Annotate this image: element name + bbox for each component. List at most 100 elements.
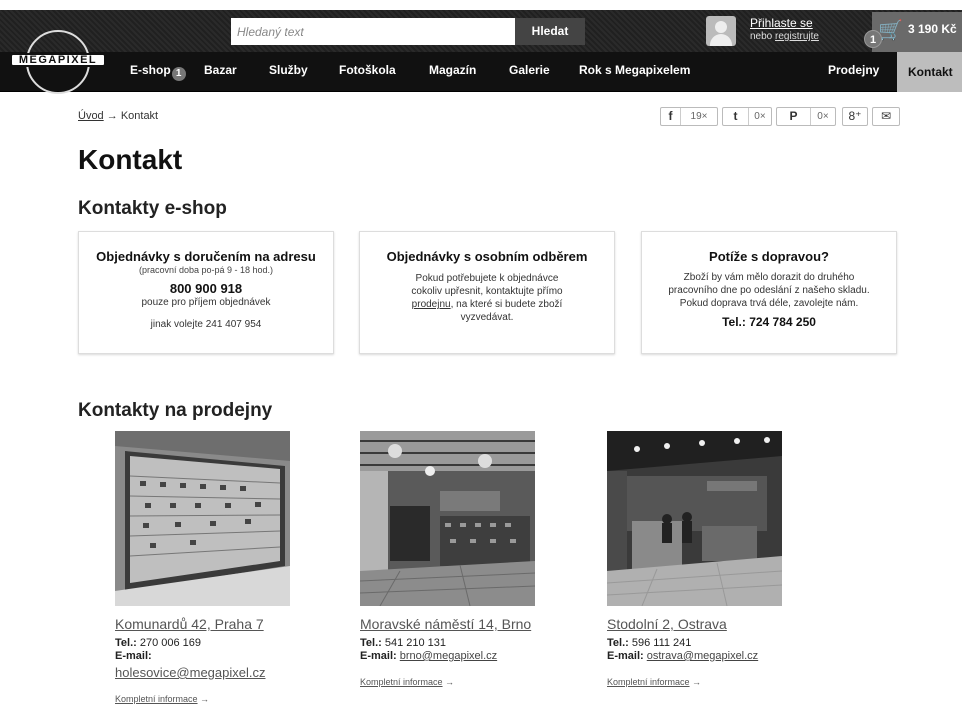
breadcrumb-arrow: → [103,110,121,122]
more-label: Kompletní informace [115,694,198,704]
facebook-count: 19× [690,111,708,122]
email-label: E-mail: [360,650,397,662]
register-prefix: nebo [750,31,776,42]
twitter-icon: t [723,108,749,125]
delivery-orders-card: Objednávky s doručením na adresu (pracov… [78,231,334,354]
store-tel: Tel.: 270 006 169 [115,637,305,650]
tel-label: Tel.: [115,637,137,649]
cart-price[interactable]: 3 190 Kč [908,22,957,36]
cart-count-badge: 1 [864,30,882,48]
store-tel: Tel.: 541 210 131 [360,637,550,650]
facebook-share-button[interactable]: f 19× [660,107,718,126]
tel-value: 541 210 131 [381,637,447,649]
more-label: Kompletní informace [607,677,690,687]
store-ostrava: Stodolní 2, Ostrava Tel.: 596 111 241 E-… [607,431,797,687]
tel-value: 596 111 241 [628,637,692,649]
card-title: Objednávky s doručením na adresu [96,249,316,264]
store-more-link[interactable]: Kompletní informace → [607,677,797,687]
card-hours: (pracovní doba po-pá 9 - 18 hod.) [138,265,274,275]
card-line: Pokud doprava trvá déle, zavolejte nám. [679,298,859,309]
store-email: E-mail: [115,650,305,663]
more-arrow: → [689,677,702,687]
site-header: MEGAPIXEL Hledat Přihlaste se nebo regis… [0,0,962,94]
store-name-link[interactable]: Moravské náměstí 14, Brno [360,616,550,632]
login-link[interactable]: Přihlaste se [750,16,813,30]
card-phone[interactable]: Tel.: 724 784 250 [642,315,896,329]
email-share-button[interactable]: ✉ [872,107,900,126]
page-title: Kontakt [78,144,183,175]
store-photo-image [607,431,782,606]
nav-galerie[interactable]: Galerie [509,63,550,77]
nav-sluzby[interactable]: Služby [269,63,308,77]
store-name-link[interactable]: Stodolní 2, Ostrava [607,616,797,632]
nav-prodejny[interactable]: Prodejny [828,63,879,77]
facebook-icon: f [661,108,681,125]
user-avatar-icon[interactable] [706,16,736,46]
card-phone[interactable]: 800 900 918 [79,281,333,296]
store-email-link[interactable]: brno@megapixel.cz [400,650,497,662]
tel-label: Tel.: [607,637,629,649]
store-photo[interactable] [115,431,290,606]
nav-magazin[interactable]: Magazín [429,63,476,77]
pinterest-count: 0× [817,111,829,122]
card-alt-phone: jinak volejte 241 407 954 [150,319,262,330]
twitter-count: 0× [754,111,766,122]
twitter-share-button[interactable]: t 0× [722,107,772,126]
store-more-link[interactable]: Kompletní informace → [360,677,550,687]
card-note: pouze pro příjem objednávek [141,297,271,308]
store-name-link[interactable]: Komunardů 42, Praha 7 [115,616,305,632]
store-photo-image [115,431,290,606]
card-line: pracovního dne po odeslání z našeho skla… [668,285,870,296]
nav-kontakt[interactable]: Kontakt [897,52,962,92]
email-label: E-mail: [115,650,152,662]
nav-fotoskola[interactable]: Fotoškola [339,63,396,77]
delivery-issues-card: Potíže s dopravou? Zboží by vám mělo dor… [641,231,897,354]
store-photo[interactable] [360,431,535,606]
register-line: nebo registrujte [750,31,819,42]
mail-icon: ✉ [880,109,892,123]
gplus-share-button[interactable]: 8⁺ [842,107,868,126]
card-line-rest: , na které si budete zboží [450,299,563,310]
tel-value: 270 006 169 [136,637,202,649]
register-link[interactable]: registrujte [775,31,819,42]
store-email-link[interactable]: ostrava@megapixel.cz [647,650,758,662]
store-email-link[interactable]: holesovice@megapixel.cz [115,665,305,680]
stores-section-title: Kontakty na prodejny [78,400,273,421]
store-tel: Tel.: 596 111 241 [607,637,797,650]
search-button[interactable]: Hledat [515,18,585,45]
card-line: cokoliv upřesnit, kontaktujte přímo [411,286,563,297]
store-photo-image [360,431,535,606]
store-brno: Moravské náměstí 14, Brno Tel.: 541 210 … [360,431,550,687]
pinterest-icon: P [777,108,811,125]
nav-bazar[interactable]: Bazar [204,63,237,77]
more-arrow: → [442,677,455,687]
breadcrumb: Úvod → Kontakt [78,110,158,122]
logo-text: MEGAPIXEL [10,53,106,67]
store-more-link[interactable]: Kompletní informace → [115,694,305,704]
more-label: Kompletní informace [360,677,443,687]
search-input[interactable] [231,18,515,45]
pickup-orders-card: Objednávky s osobním odběrem Pokud potře… [359,231,615,354]
store-link[interactable]: prodejnu [412,299,451,310]
nav-eshop[interactable]: E-shop 1 [130,63,186,81]
card-title: Objednávky s osobním odběrem [386,249,588,264]
store-email: E-mail: brno@megapixel.cz [360,650,550,663]
pinterest-share-button[interactable]: P 0× [776,107,836,126]
breadcrumb-current: Kontakt [120,110,159,122]
logo[interactable]: MEGAPIXEL [6,14,106,94]
store-photo[interactable] [607,431,782,606]
card-line: Pokud potřebujete k objednávce [415,273,559,284]
store-praha: Komunardů 42, Praha 7 Tel.: 270 006 169 … [115,431,305,704]
more-arrow: → [197,694,210,704]
tel-label: Tel.: [360,637,382,649]
breadcrumb-home-link[interactable]: Úvod [78,110,104,122]
card-line: Zboží by vám mělo dorazit do druhého [683,272,855,283]
store-email: E-mail: ostrava@megapixel.cz [607,650,797,663]
eshop-section-title: Kontakty e-shop [78,198,227,219]
nav-eshop-badge: 1 [171,67,186,81]
email-label: E-mail: [607,650,644,662]
nav-rok-s-megapixelem[interactable]: Rok s Megapixelem [579,63,690,77]
card-line: vyzvedávat. [460,312,514,323]
nav-eshop-label: E-shop [130,63,171,77]
card-line: prodejnu, na které si budete zboží [360,298,614,311]
